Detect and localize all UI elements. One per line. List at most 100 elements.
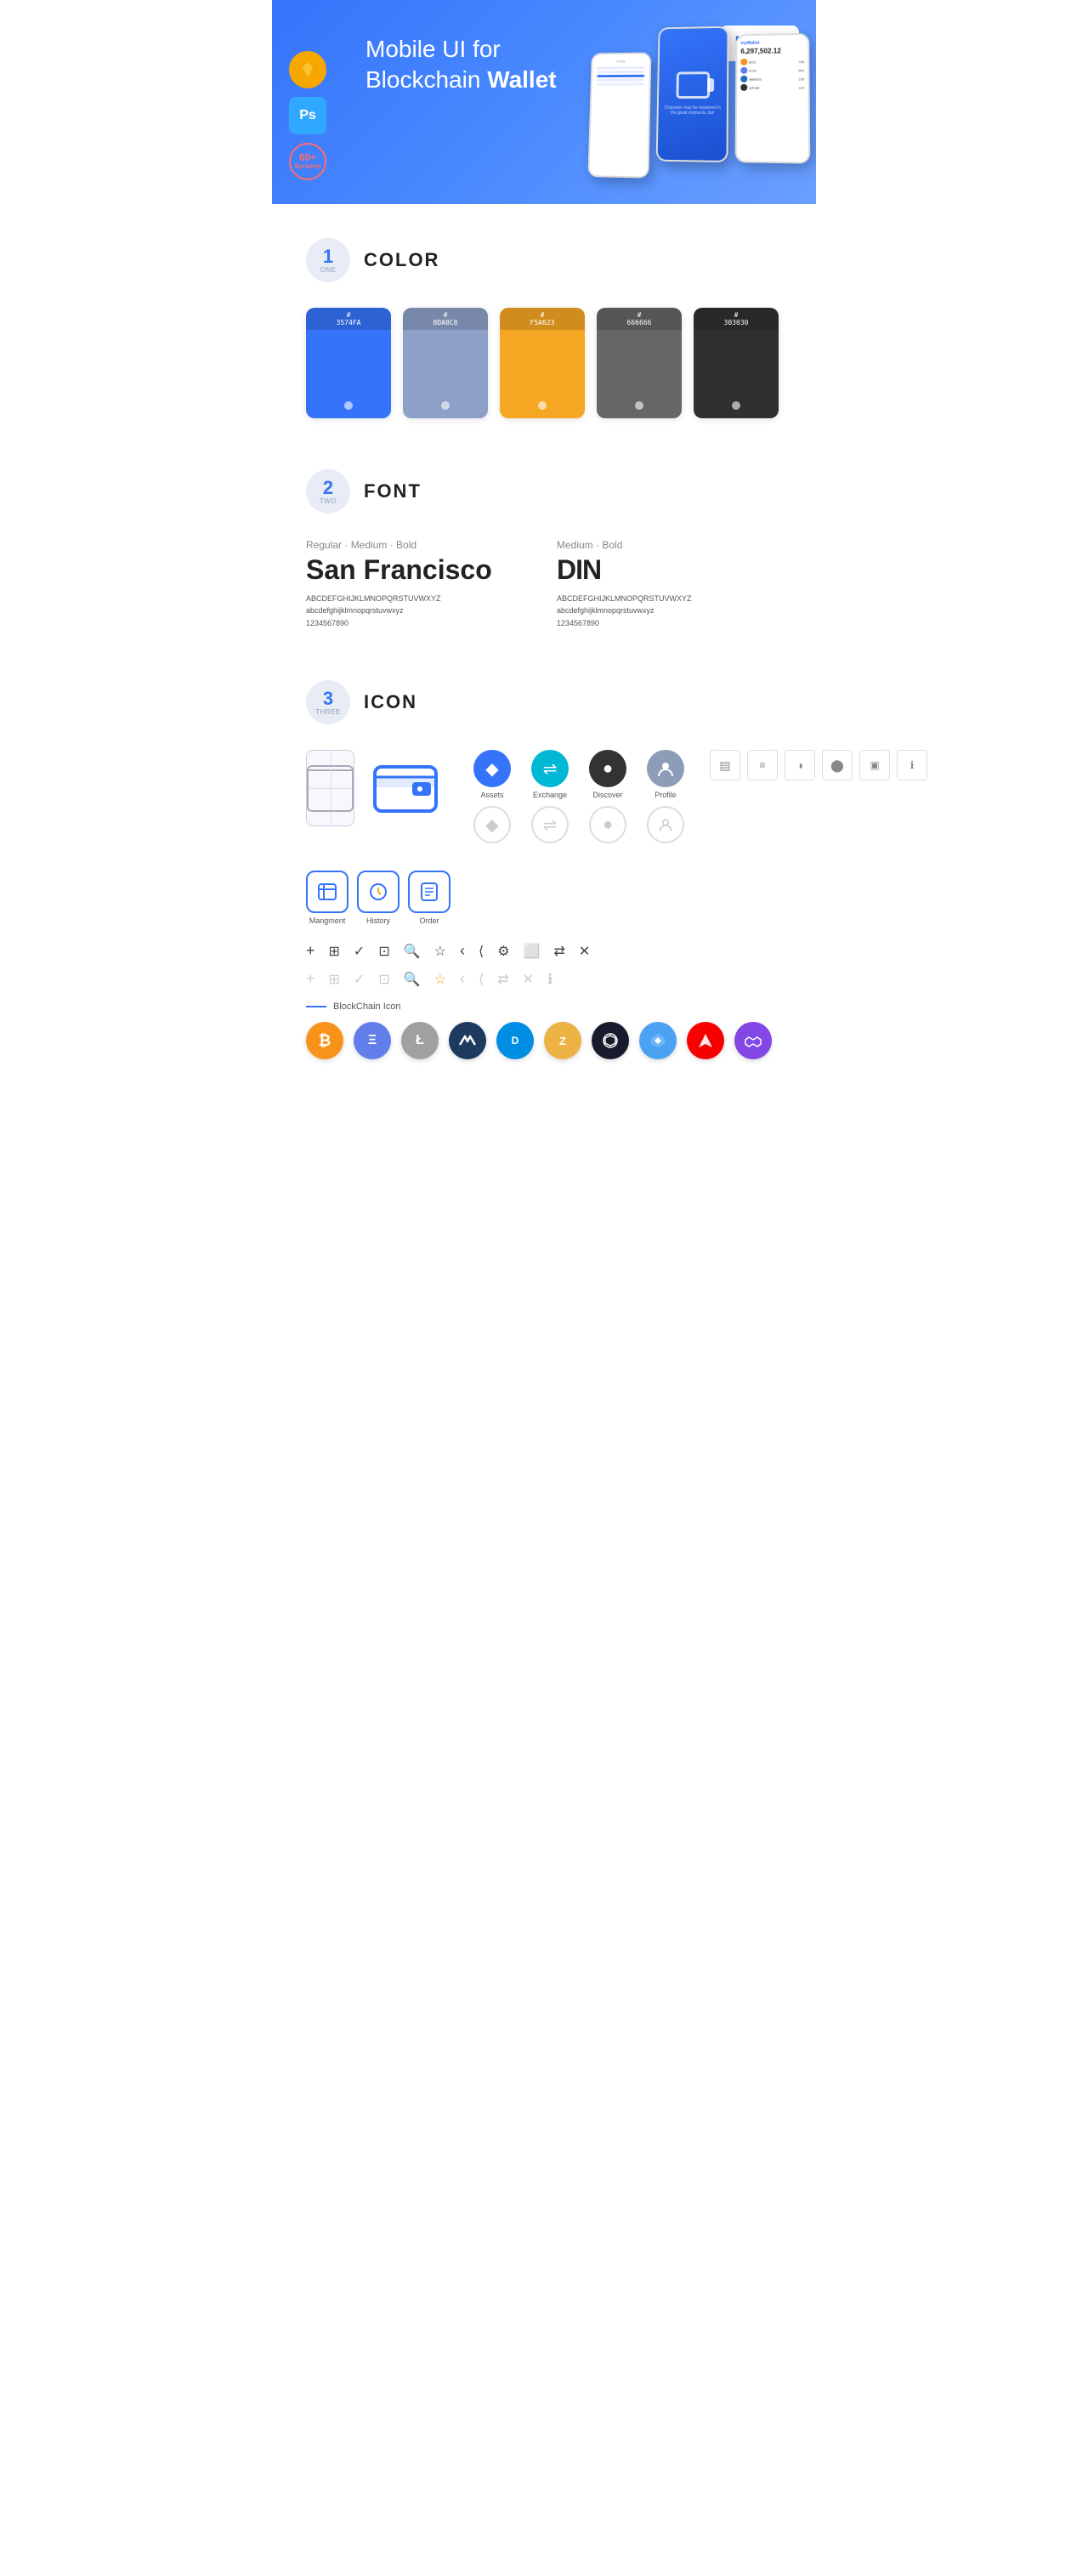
back-icon: ‹: [460, 942, 465, 960]
small-icons-inactive: + ⊞ ✓ ⊡ 🔍 ☆ ‹ ⟨ ⇄ ✕ ℹ: [306, 970, 782, 988]
icon-section: 3 THREE ICON ◆ Assets: [272, 646, 816, 1102]
wallet-blueprint-icon: [306, 750, 354, 826]
misc-icon-3: ◑: [785, 750, 815, 780]
swatch-orange: #F5A623: [500, 308, 585, 418]
font-grid: Regular · Medium · Bold San Francisco AB…: [306, 539, 782, 629]
grid-icon-gray: ⊞: [329, 971, 340, 988]
swap-icon-gray: ⇄: [497, 971, 508, 988]
screens-badge: 60+ Screens: [289, 143, 326, 180]
color-section: 1 ONE COLOR #3574FA #8DA0C8 #F5A623 #666…: [272, 204, 816, 435]
crypto-icons-row: ₿ Ξ Ł D Z: [306, 1022, 782, 1085]
qr-icon-gray: ⊡: [378, 971, 389, 988]
waves-icon: [449, 1022, 486, 1059]
nav-icons-active-row: ◆ Assets ⇌ Exchange ● Discover Profile: [473, 750, 684, 799]
management-icon: [306, 871, 348, 913]
font-din: Medium · Bold DIN ABCDEFGHIJKLMNOPQRSTUV…: [557, 539, 782, 629]
profile-icon: [647, 750, 684, 787]
search-icon: 🔍: [404, 943, 421, 960]
dash-icon: D: [496, 1022, 534, 1059]
check-icon-gray: ✓: [354, 971, 365, 988]
close-icon-gray: ✕: [523, 971, 534, 988]
profile-outline-icon: [647, 806, 684, 843]
misc-icon-5: ▣: [859, 750, 890, 780]
hero-title: Mobile UI for Blockchain Wallet: [366, 34, 620, 96]
info-icon-gray: ℹ: [547, 971, 552, 988]
plus-icon: +: [306, 942, 315, 960]
assets-icon-item: ◆ Assets: [473, 750, 511, 799]
zcash-icon: Z: [544, 1022, 581, 1059]
qr-icon: ⊡: [378, 943, 389, 960]
bitcoin-icon: ₿: [306, 1022, 343, 1059]
color-swatches-container: #3574FA #8DA0C8 #F5A623 #666666 #303030: [306, 308, 782, 418]
phone-mockup-3: myWallet 6,297,502.12 BTC738 ETH564 WAVE…: [735, 33, 811, 164]
search-icon-gray: 🔍: [404, 971, 421, 988]
font-section-title: FONT: [364, 480, 422, 502]
ethereum-icon: Ξ: [354, 1022, 391, 1059]
sketch-badge: [289, 51, 326, 88]
blockchain-line: [306, 1006, 326, 1007]
swap-icon: ⇄: [554, 943, 565, 960]
grid-icon: ⊞: [329, 943, 340, 960]
order-icon: [408, 871, 450, 913]
export-icon: ⬜: [524, 943, 541, 960]
swatch-blue: #3574FA: [306, 308, 391, 418]
color-section-title: COLOR: [364, 249, 439, 271]
wallet-filled-icon: [371, 750, 439, 826]
app-nav-icons: Mangment History Order: [306, 871, 782, 925]
exchange-icon-item: ⇌ Exchange: [531, 750, 569, 799]
misc-icon-2: ≡: [747, 750, 778, 780]
management-icon-item: Mangment: [306, 871, 348, 925]
misc-icon-4: ⬤: [822, 750, 853, 780]
litecoin-icon: Ł: [401, 1022, 439, 1059]
nav-icons-inactive-row: ◆ ⇌ ●: [473, 806, 684, 843]
share-icon: ⟨: [479, 943, 484, 960]
font-section-header: 2 TWO FONT: [306, 469, 782, 513]
swatch-dark: #303030: [694, 308, 779, 418]
misc-icon-6: ℹ: [897, 750, 927, 780]
color-section-header: 1 ONE COLOR: [306, 238, 782, 282]
history-icon-item: History: [357, 871, 400, 925]
small-icons-active: + ⊞ ✓ ⊡ 🔍 ☆ ‹ ⟨ ⚙ ⬜ ⇄ ✕: [306, 942, 782, 960]
steem-icon: [639, 1022, 677, 1059]
phone-mockup-1: Profile: [587, 52, 651, 178]
history-icon: [357, 871, 400, 913]
icon-section-number: 3 THREE: [306, 680, 350, 724]
font-section: 2 TWO FONT Regular · Medium · Bold San F…: [272, 435, 816, 646]
font-section-number: 2 TWO: [306, 469, 350, 513]
discover-icon-item: ● Discover: [589, 750, 626, 799]
check-icon: ✓: [354, 943, 365, 960]
misc-icon-1: ▤: [710, 750, 740, 780]
profile-icon-outline: [647, 806, 684, 843]
assets-icon-outline: ◆: [473, 806, 511, 843]
exchange-icon: ⇌: [531, 750, 569, 787]
blockchain-label: BlockChain Icon: [306, 1001, 782, 1012]
assets-icon: ◆: [473, 750, 511, 787]
ark-icon: [687, 1022, 724, 1059]
star-icon-gold: ☆: [434, 971, 446, 988]
swatch-slate: #8DA0C8: [403, 308, 488, 418]
exchange-outline-icon: ⇌: [531, 806, 569, 843]
ps-badge: Ps: [289, 97, 326, 134]
phone-mockup-2: Character may be mastered in the great m…: [656, 26, 729, 162]
discover-icon: ●: [589, 750, 626, 787]
swatch-gray: #666666: [597, 308, 682, 418]
plus-icon-gray: +: [306, 970, 315, 988]
assets-outline-icon: ◆: [473, 806, 511, 843]
color-section-number: 1 ONE: [306, 238, 350, 282]
close-icon: ✕: [579, 943, 590, 960]
icon-section-header: 3 THREE ICON: [306, 680, 782, 724]
matic-icon: [734, 1022, 772, 1059]
star-icon: ☆: [434, 943, 446, 960]
profile-icon-item: Profile: [647, 750, 684, 799]
order-icon-item: Order: [408, 871, 450, 925]
discover-outline-icon: ●: [589, 806, 626, 843]
discover-icon-outline: ●: [589, 806, 626, 843]
back-icon-gray: ‹: [460, 970, 465, 988]
share-icon-gray: ⟨: [479, 971, 484, 988]
icon-section-title: ICON: [364, 691, 417, 713]
hero-section: Ps 60+ Screens Mobile UI for Blockchain …: [272, 0, 816, 204]
grid-crypto-icon: [592, 1022, 629, 1059]
gear-icon: ⚙: [497, 943, 509, 960]
font-sf: Regular · Medium · Bold San Francisco AB…: [306, 539, 531, 629]
exchange-icon-outline: ⇌: [531, 806, 569, 843]
